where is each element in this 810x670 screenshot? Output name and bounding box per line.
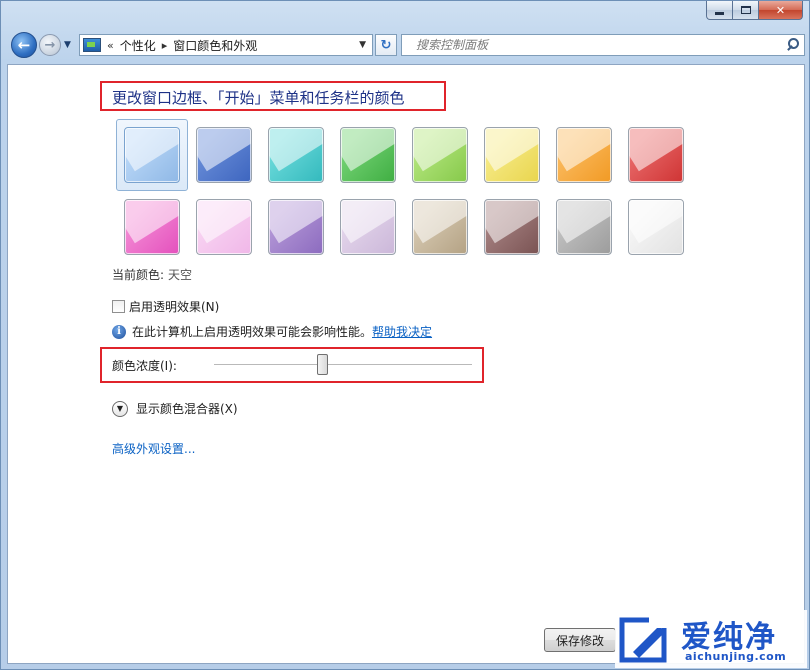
- info-text: 在此计算机上启用透明效果可能会影响性能。: [132, 325, 373, 339]
- color-swatch[interactable]: [124, 127, 180, 183]
- color-swatch[interactable]: [340, 199, 396, 255]
- color-mixer-label[interactable]: 显示颜色混合器(X): [136, 400, 238, 417]
- current-color-value: 天空: [168, 268, 193, 282]
- color-swatch[interactable]: [412, 127, 468, 183]
- color-swatch[interactable]: [556, 127, 612, 183]
- breadcrumb-window-color[interactable]: 窗口颜色和外观: [173, 37, 257, 54]
- transparency-label[interactable]: 启用透明效果(N): [129, 298, 219, 315]
- save-changes-button[interactable]: 保存修改: [544, 628, 616, 652]
- search-box: [401, 34, 805, 56]
- current-color: 当前颜色: 天空: [112, 266, 192, 283]
- watermark-url: aichunjing.com: [685, 650, 787, 663]
- color-swatch[interactable]: [484, 127, 540, 183]
- overflow-chevron-icon[interactable]: «: [107, 39, 114, 52]
- refresh-icon: ↻: [380, 37, 392, 53]
- advanced-appearance-link[interactable]: 高级外观设置...: [112, 440, 195, 457]
- address-dropdown-icon[interactable]: ▼: [359, 40, 366, 50]
- color-swatch[interactable]: [628, 127, 684, 183]
- minimize-button[interactable]: [706, 1, 733, 20]
- intensity-slider-track[interactable]: [214, 364, 472, 366]
- close-button[interactable]: ✕: [759, 1, 803, 20]
- search-icon[interactable]: [783, 36, 801, 54]
- current-color-label: 当前颜色:: [112, 268, 165, 282]
- caption-buttons: ✕: [706, 1, 803, 21]
- maximize-icon: [740, 6, 751, 14]
- color-swatch[interactable]: [340, 127, 396, 183]
- transparency-checkbox[interactable]: [112, 300, 125, 313]
- address-bar[interactable]: « 个性化 ▸ 窗口颜色和外观 ▼: [79, 34, 373, 56]
- arrow-right-icon: →: [44, 37, 56, 53]
- minimize-icon: [715, 11, 724, 15]
- transparency-option[interactable]: 启用透明效果(N): [112, 298, 219, 315]
- maximize-button[interactable]: [733, 1, 759, 20]
- color-swatch[interactable]: [412, 199, 468, 255]
- forward-button[interactable]: →: [39, 34, 61, 56]
- color-swatch[interactable]: [628, 199, 684, 255]
- control-panel-icon: [83, 38, 101, 52]
- chevron-down-icon[interactable]: ▼: [112, 400, 128, 417]
- watermark-logo-icon: [619, 614, 671, 663]
- close-icon: ✕: [775, 3, 786, 17]
- history-dropdown-icon[interactable]: ▼: [64, 40, 71, 50]
- color-swatch[interactable]: [484, 199, 540, 255]
- watermark-logo: 爱纯净 aichunjing.com: [615, 610, 807, 668]
- breadcrumb-personalization[interactable]: 个性化: [120, 37, 156, 54]
- breadcrumb-separator-icon[interactable]: ▸: [162, 39, 168, 52]
- window: ✕ ← → ▼ « 个性化 ▸ 窗口颜色和外观 ▼ ↻ 更改窗口边框、「开始」菜…: [0, 0, 810, 670]
- color-swatch[interactable]: [196, 199, 252, 255]
- color-swatch[interactable]: [196, 127, 252, 183]
- arrow-left-icon: ←: [17, 36, 31, 54]
- help-me-decide-link[interactable]: 帮助我决定: [372, 323, 432, 340]
- content-pane: 更改窗口边框、「开始」菜单和任务栏的颜色 当前颜色: 天空 启用透明效果(N) i…: [7, 64, 805, 664]
- color-swatch[interactable]: [556, 199, 612, 255]
- navigation-bar: ← → ▼ « 个性化 ▸ 窗口颜色和外观 ▼ ↻: [7, 29, 805, 63]
- back-button[interactable]: ←: [11, 32, 37, 58]
- color-swatch[interactable]: [124, 199, 180, 255]
- refresh-button[interactable]: ↻: [375, 34, 397, 56]
- intensity-slider-thumb[interactable]: [316, 354, 328, 375]
- performance-info: i 在此计算机上启用透明效果可能会影响性能。 帮助我决定: [112, 323, 432, 340]
- intensity-label: 颜色浓度(I):: [112, 359, 177, 373]
- color-swatch[interactable]: [268, 127, 324, 183]
- color-swatch[interactable]: [268, 199, 324, 255]
- color-mixer-toggle[interactable]: ▼ 显示颜色混合器(X): [112, 400, 238, 417]
- search-input[interactable]: [402, 38, 783, 52]
- info-icon: i: [112, 324, 126, 339]
- page-title: 更改窗口边框、「开始」菜单和任务栏的颜色: [112, 89, 405, 107]
